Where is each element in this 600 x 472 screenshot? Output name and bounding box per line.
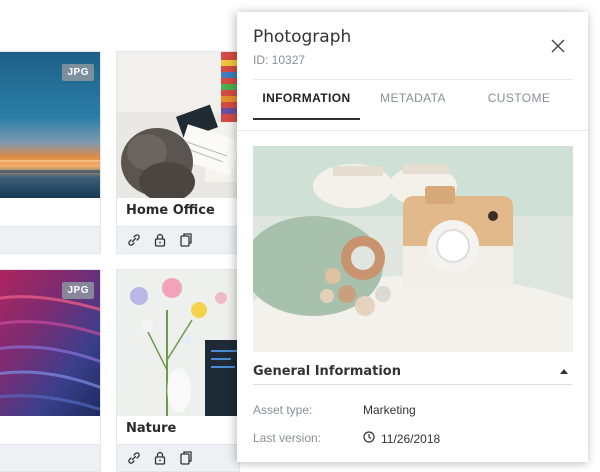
link-icon[interactable] [127, 232, 141, 248]
asset-card[interactable]: Home Office [116, 51, 240, 254]
copy-icon[interactable] [179, 232, 193, 248]
tab-custome[interactable]: CUSTOME [466, 80, 572, 120]
field-label: Last version: [253, 431, 322, 445]
asset-card[interactable]: JPG [0, 269, 101, 472]
asset-name: Home Office [126, 203, 215, 218]
panel-tabs: INFORMATION METADATA CUSTOME [253, 80, 572, 120]
asset-thumbnail[interactable] [117, 52, 239, 198]
general-information-section[interactable]: General Information [253, 361, 572, 385]
field-label: Asset type: [253, 403, 313, 417]
tab-metadata[interactable]: METADATA [360, 80, 466, 120]
collapse-caret-icon[interactable] [560, 369, 568, 374]
asset-detail-panel: Photograph ID: 10327 INFORMATION METADAT… [237, 12, 588, 462]
section-title: General Information [253, 364, 401, 379]
asset-card[interactable]: JPG [0, 51, 101, 254]
link-icon[interactable] [127, 450, 141, 466]
card-action-bar [117, 444, 239, 471]
divider [237, 130, 588, 131]
field-value: 11/26/2018 [381, 431, 441, 446]
file-type-badge: JPG [62, 282, 94, 299]
tab-information[interactable]: INFORMATION [253, 80, 360, 120]
close-icon[interactable] [550, 38, 566, 54]
card-action-bar [117, 226, 239, 253]
card-action-bar [0, 444, 100, 471]
panel-title: Photograph [253, 27, 352, 47]
lock-icon[interactable] [153, 450, 167, 466]
copy-icon[interactable] [179, 450, 193, 466]
field-value: Marketing [363, 403, 416, 417]
asset-id: ID: 10327 [253, 53, 306, 67]
asset-card[interactable]: Nature [116, 269, 240, 472]
card-action-bar [0, 226, 100, 253]
asset-preview-image [253, 146, 573, 352]
lock-icon[interactable] [153, 232, 167, 248]
clock-icon [363, 431, 375, 446]
asset-thumbnail[interactable] [117, 270, 239, 416]
file-type-badge: JPG [62, 64, 94, 81]
asset-name: Nature [126, 421, 177, 436]
